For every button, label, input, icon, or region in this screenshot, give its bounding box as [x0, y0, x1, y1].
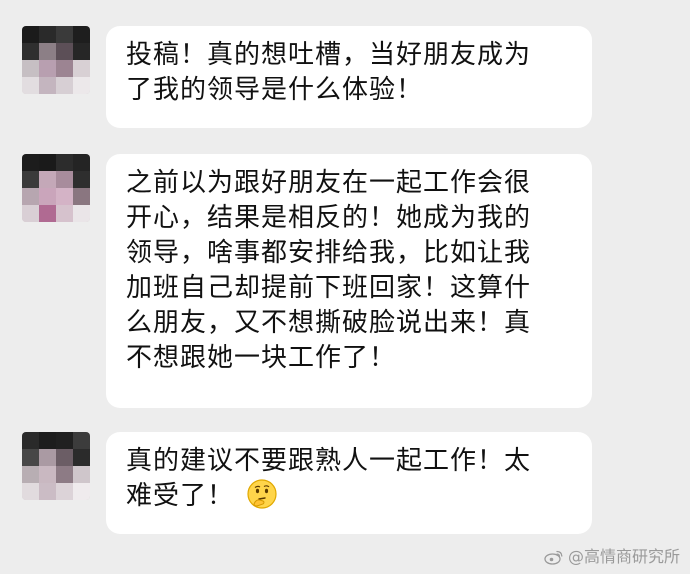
- thinking-face-icon: [246, 478, 278, 510]
- message-row: 之前以为跟好朋友在一起工作会很 开心，结果是相反的！她成为我的 领导，啥事都安排…: [0, 150, 690, 412]
- avatar[interactable]: [22, 154, 90, 222]
- message-text-line: 之前以为跟好朋友在一起工作会很: [126, 168, 532, 198]
- avatar[interactable]: [22, 26, 90, 94]
- pixelated-avatar-icon: [22, 154, 90, 222]
- message-bubble[interactable]: 真的建议不要跟熟人一起工作！太 难受了！: [106, 432, 592, 534]
- message-text-line: 开心，结果是相反的！她成为我的: [126, 203, 532, 233]
- message-text-line: 投稿！真的想吐槽，当好朋友成为: [126, 40, 532, 70]
- message-row: 真的建议不要跟熟人一起工作！太 难受了！: [0, 428, 690, 538]
- chat-thread: 投稿！真的想吐槽，当好朋友成为 了我的领导是什么体验！ 之前以为跟好朋友在一起工…: [0, 0, 690, 574]
- message-row: 投稿！真的想吐槽，当好朋友成为 了我的领导是什么体验！: [0, 22, 690, 132]
- message-text-line: 加班自己却提前下班回家！这算什: [126, 273, 532, 303]
- pixelated-avatar-icon: [22, 26, 90, 94]
- message-text-segment: 难受了！: [126, 481, 235, 511]
- message-text-line: 真的建议不要跟熟人一起工作！太: [126, 446, 532, 476]
- avatar[interactable]: [22, 432, 90, 500]
- pixelated-avatar-icon: [22, 432, 90, 500]
- message-text-line: 么朋友，又不想撕破脸说出来！真: [126, 308, 532, 338]
- weibo-icon: [544, 549, 564, 565]
- message-text-line: 领导，啥事都安排给我，比如让我: [126, 238, 532, 268]
- watermark-text: @高情商研究所: [567, 547, 680, 566]
- message-text-line: 不想跟她一块工作了！: [126, 343, 397, 373]
- message-bubble[interactable]: 之前以为跟好朋友在一起工作会很 开心，结果是相反的！她成为我的 领导，啥事都安排…: [106, 154, 592, 408]
- watermark: @高情商研究所: [544, 548, 680, 566]
- message-bubble[interactable]: 投稿！真的想吐槽，当好朋友成为 了我的领导是什么体验！: [106, 26, 592, 128]
- message-text-line: 难受了！: [126, 478, 572, 514]
- message-text-line: 了我的领导是什么体验！: [126, 75, 424, 105]
